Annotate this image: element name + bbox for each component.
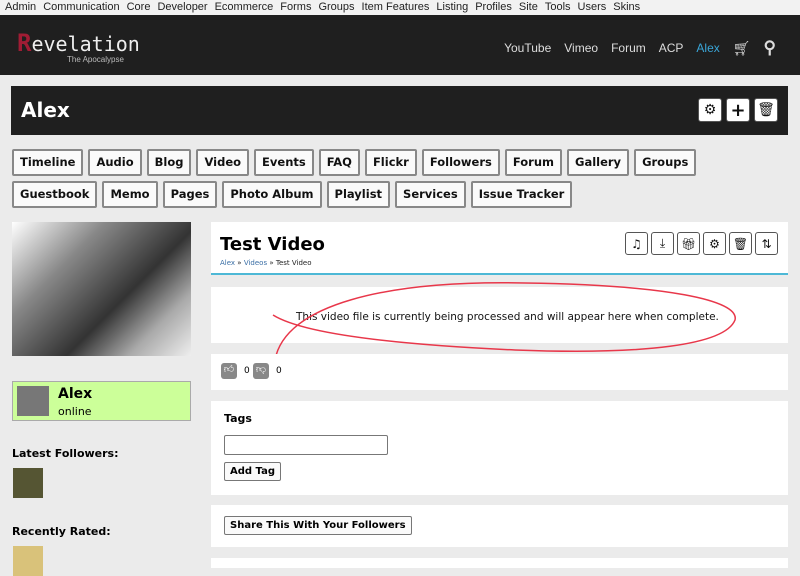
thumbs-up-icon[interactable]: 👍︎ xyxy=(221,363,237,379)
topnav-profiles[interactable]: Profiles xyxy=(475,0,512,15)
tab-video[interactable]: Video xyxy=(196,149,250,176)
search-icon[interactable]: ⚲ xyxy=(764,38,776,58)
top-admin-nav: Admin Communication Core Developer Ecommerce… xyxy=(0,0,800,15)
video-header: Test Video Alex » Videos » Test Video ♫ … xyxy=(211,222,788,275)
tab-faq[interactable]: FAQ xyxy=(318,149,360,176)
profile-tabs: Timeline Audio Blog Video Events FAQ Fli… xyxy=(12,149,782,208)
delete-button[interactable]: 🗑︎ xyxy=(754,98,778,122)
next-panel xyxy=(211,558,788,568)
thumbs-down-icon[interactable]: 👎︎ xyxy=(253,363,269,379)
gear-icon: ⚙ xyxy=(709,236,720,251)
trash-icon: 🗑︎ xyxy=(757,102,775,118)
breadcrumb-alex[interactable]: Alex xyxy=(220,259,235,267)
like-count: 0 xyxy=(244,366,250,376)
tab-forum[interactable]: Forum xyxy=(504,149,562,176)
tags-heading: Tags xyxy=(224,412,252,425)
gift-icon: 🎁︎ xyxy=(680,236,697,251)
rating-bar: 👍︎ 0 👎︎ 0 xyxy=(211,354,788,390)
download-icon: ⤓ xyxy=(659,236,666,250)
breadcrumb: Alex » Videos » Test Video xyxy=(220,259,311,267)
tag-input[interactable] xyxy=(224,435,388,455)
sort-button[interactable]: ⇅ xyxy=(755,232,778,255)
user-status-box: Alex online xyxy=(12,381,191,421)
site-logo[interactable]: Revelation The Apocalypse xyxy=(17,29,140,64)
topnav-forms[interactable]: Forms xyxy=(280,0,311,15)
topnav-users[interactable]: Users xyxy=(578,0,607,15)
music-note-icon: ♫ xyxy=(631,236,642,251)
user-status: online xyxy=(58,405,92,418)
sliders-icon: ⇅ xyxy=(761,236,772,251)
topnav-core[interactable]: Core xyxy=(127,0,151,15)
tab-events[interactable]: Events xyxy=(254,149,314,176)
tab-groups[interactable]: Groups xyxy=(634,149,697,176)
trash-icon: 🗑︎ xyxy=(732,236,749,251)
gear-icon: ⚙ xyxy=(703,102,717,118)
delete-button[interactable]: 🗑︎ xyxy=(729,232,752,255)
dislike-count: 0 xyxy=(276,366,282,376)
logo-tagline: The Apocalypse xyxy=(67,55,124,64)
tab-memo[interactable]: Memo xyxy=(102,181,158,208)
tab-followers[interactable]: Followers xyxy=(421,149,500,176)
tab-guestbook[interactable]: Guestbook xyxy=(12,181,98,208)
breadcrumb-sep: » xyxy=(237,259,242,267)
tab-gallery[interactable]: Gallery xyxy=(567,149,630,176)
rated-item-thumb[interactable] xyxy=(13,546,43,576)
topnav-developer[interactable]: Developer xyxy=(157,0,207,15)
topnav-site[interactable]: Site xyxy=(519,0,538,15)
follower-avatar[interactable] xyxy=(13,468,43,498)
video-title: Test Video xyxy=(220,234,325,255)
breadcrumb-current: Test Video xyxy=(275,259,312,267)
cart-icon[interactable]: 🛒︎ xyxy=(733,40,751,57)
tab-photo-album[interactable]: Photo Album xyxy=(222,181,322,208)
topnav-tools[interactable]: Tools xyxy=(545,0,571,15)
add-to-playlist-button[interactable]: ♫ xyxy=(625,232,648,255)
tab-blog[interactable]: Blog xyxy=(146,149,192,176)
topnav-skins[interactable]: Skins xyxy=(613,0,640,15)
add-button[interactable]: + xyxy=(726,98,750,122)
avatar[interactable] xyxy=(17,386,49,416)
topnav-groups[interactable]: Groups xyxy=(318,0,354,15)
breadcrumb-sep: » xyxy=(269,259,274,267)
add-tag-button[interactable]: Add Tag xyxy=(224,462,281,481)
profile-title-bar: Alex ⚙ + 🗑︎ xyxy=(11,86,788,135)
nav-youtube[interactable]: YouTube xyxy=(504,41,551,55)
nav-alex[interactable]: Alex xyxy=(696,41,719,55)
nav-forum[interactable]: Forum xyxy=(611,41,646,55)
topnav-listing[interactable]: Listing xyxy=(436,0,468,15)
nav-vimeo[interactable]: Vimeo xyxy=(564,41,598,55)
header-nav: YouTube Vimeo Forum ACP Alex 🛒︎ ⚲ xyxy=(504,38,776,58)
tab-playlist[interactable]: Playlist xyxy=(326,181,391,208)
profile-title: Alex xyxy=(21,98,70,122)
topnav-admin[interactable]: Admin xyxy=(5,0,36,15)
topnav-ecommerce[interactable]: Ecommerce xyxy=(215,0,274,15)
tab-flickr[interactable]: Flickr xyxy=(364,149,417,176)
topnav-communication[interactable]: Communication xyxy=(43,0,119,15)
download-button[interactable]: ⤓ xyxy=(651,232,674,255)
topnav-item-features[interactable]: Item Features xyxy=(362,0,430,15)
tab-audio[interactable]: Audio xyxy=(88,149,142,176)
recently-rated-heading: Recently Rated: xyxy=(12,525,111,538)
share-panel: Share This With Your Followers xyxy=(211,505,788,547)
gift-button[interactable]: 🎁︎ xyxy=(677,232,700,255)
tab-timeline[interactable]: Timeline xyxy=(12,149,84,176)
profile-photo[interactable] xyxy=(12,222,191,356)
logo-initial: R xyxy=(17,29,32,57)
share-button[interactable]: Share This With Your Followers xyxy=(224,516,412,535)
site-header: Revelation The Apocalypse YouTube Vimeo F… xyxy=(0,15,800,75)
nav-acp[interactable]: ACP xyxy=(659,41,684,55)
plus-icon: + xyxy=(730,99,746,121)
settings-button[interactable]: ⚙ xyxy=(698,98,722,122)
logo-text: evelation xyxy=(31,32,140,56)
tab-issue-tracker[interactable]: Issue Tracker xyxy=(470,181,573,208)
breadcrumb-videos[interactable]: Videos xyxy=(244,259,267,267)
latest-followers-heading: Latest Followers: xyxy=(12,447,119,460)
tags-panel: Tags Add Tag xyxy=(211,401,788,495)
tab-services[interactable]: Services xyxy=(395,181,466,208)
settings-button[interactable]: ⚙ xyxy=(703,232,726,255)
user-name[interactable]: Alex xyxy=(58,386,92,402)
tab-pages[interactable]: Pages xyxy=(162,181,218,208)
